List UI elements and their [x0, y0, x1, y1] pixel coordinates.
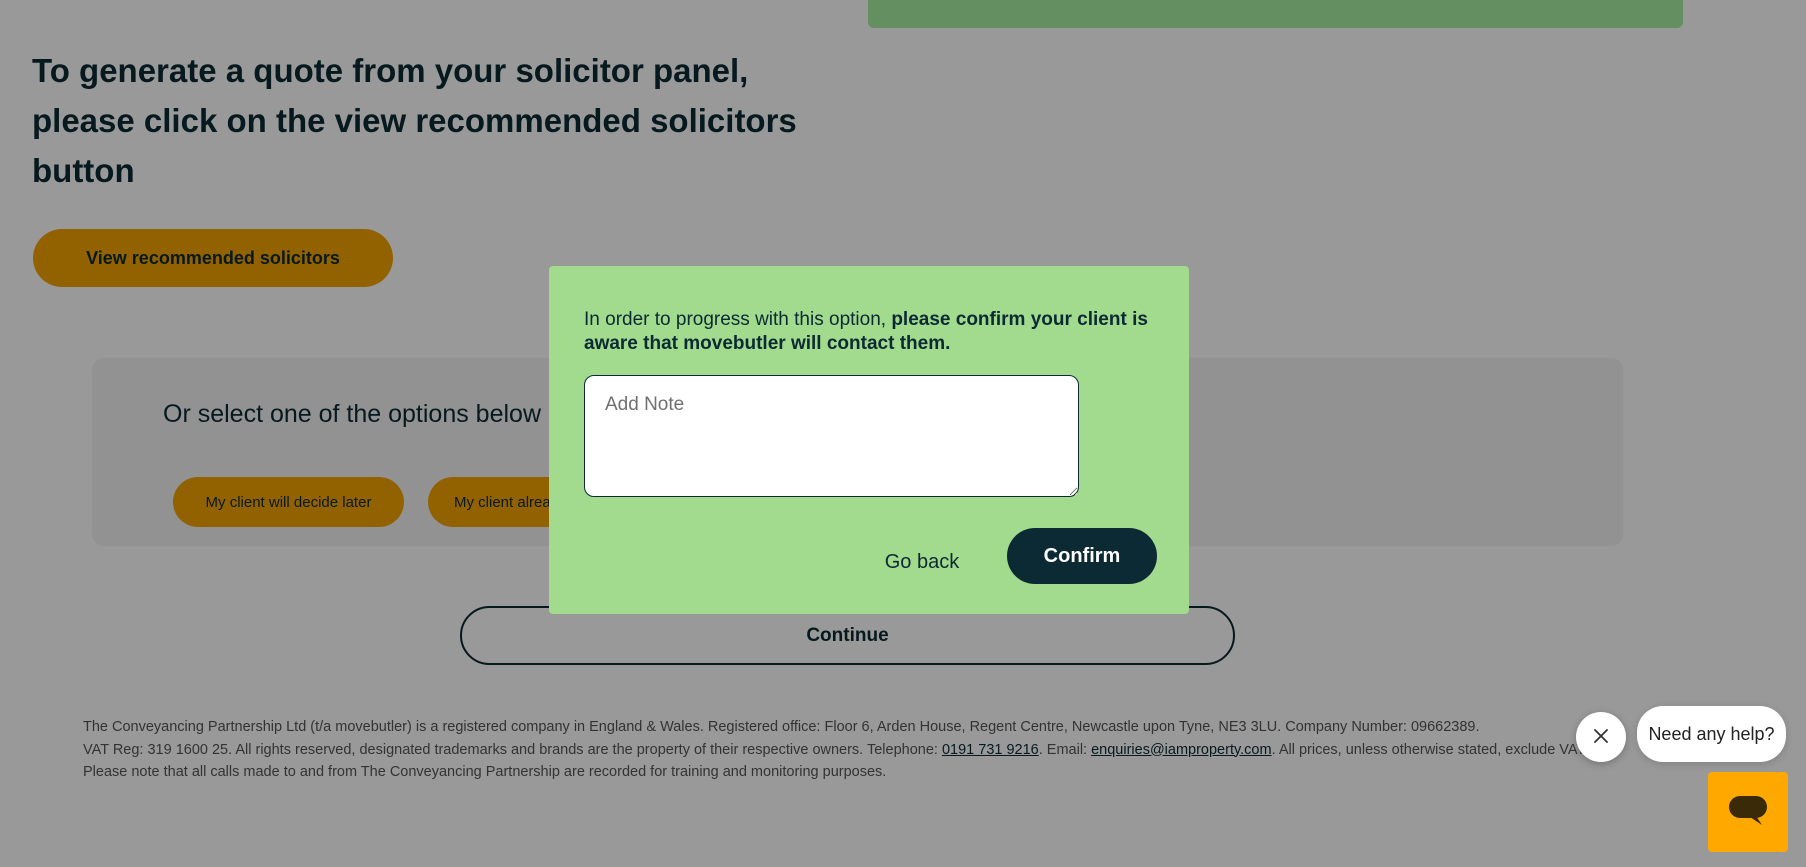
- chat-launcher-button[interactable]: [1708, 772, 1788, 852]
- chat-icon: [1728, 794, 1768, 831]
- help-bubble[interactable]: Need any help?: [1637, 706, 1786, 762]
- close-help-button[interactable]: [1576, 712, 1626, 762]
- close-icon: [1593, 728, 1609, 747]
- confirm-button[interactable]: Confirm: [1007, 528, 1157, 584]
- add-note-field[interactable]: [584, 375, 1079, 497]
- confirm-modal: In order to progress with this option, p…: [549, 266, 1189, 614]
- modal-message: In order to progress with this option, p…: [584, 309, 1148, 354]
- go-back-button[interactable]: Go back: [857, 538, 987, 586]
